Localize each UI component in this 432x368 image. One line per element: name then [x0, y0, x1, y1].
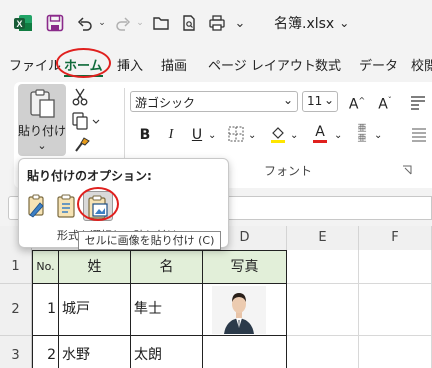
- shrink-font-label: A: [378, 96, 388, 113]
- row-header[interactable]: 2: [0, 284, 32, 336]
- tab-review[interactable]: 校閲: [411, 55, 432, 74]
- table-cell-no[interactable]: 2: [32, 336, 59, 368]
- chevron-down-icon: ⌄: [282, 93, 293, 107]
- clipboard-icon: [28, 88, 56, 118]
- chevron-down-icon[interactable]: ⌄: [334, 130, 342, 141]
- tab-page-layout[interactable]: ページ レイアウト: [208, 55, 316, 74]
- column-header[interactable]: F: [359, 226, 432, 251]
- table-cell-sei[interactable]: 城戸: [59, 284, 131, 336]
- align-icon[interactable]: [410, 126, 428, 144]
- font-color-label: A: [315, 124, 325, 140]
- paste-options-title: 貼り付けのオプション:: [27, 169, 152, 183]
- borders-icon[interactable]: [228, 126, 244, 142]
- cell[interactable]: [287, 336, 359, 368]
- tab-data[interactable]: データ: [359, 55, 398, 74]
- print-preview-icon[interactable]: [178, 12, 200, 34]
- wrap-text-icon[interactable]: [409, 94, 427, 112]
- cell[interactable]: [359, 284, 432, 336]
- font-dialog-launcher-icon[interactable]: [402, 164, 412, 175]
- undo-icon[interactable]: [74, 12, 96, 34]
- tab-file[interactable]: ファイル: [9, 55, 61, 74]
- table-cell-no[interactable]: 1: [32, 284, 59, 336]
- table-header-mei[interactable]: 名: [131, 250, 203, 284]
- chevron-down-icon[interactable]: ⌄: [208, 130, 216, 141]
- save-icon[interactable]: [44, 12, 66, 34]
- cell[interactable]: [287, 284, 359, 336]
- chevron-down-icon: ⌄: [339, 16, 350, 30]
- paste-dropdown-icon: ⌄: [37, 139, 47, 152]
- highlight-home-tab: [56, 48, 111, 78]
- customize-qat-icon[interactable]: ⌄: [234, 12, 246, 34]
- cut-icon[interactable]: [72, 88, 90, 106]
- worksheet-grid: 1 2 3 No. 姓 名 写真 1 城戸 隼士 2 水野 太朗: [0, 250, 432, 368]
- bold-button[interactable]: B: [136, 126, 154, 144]
- highlight-paste-picture: [77, 187, 119, 221]
- print-icon[interactable]: [206, 12, 228, 34]
- file-name: 名簿.xlsx: [274, 16, 335, 32]
- font-name-box[interactable]: 游ゴシック ⌄: [130, 91, 298, 112]
- font-group-label: フォント: [264, 164, 313, 178]
- format-painter-icon[interactable]: [72, 136, 90, 154]
- formula-input[interactable]: [226, 196, 432, 220]
- table-header-no[interactable]: No.: [32, 250, 59, 284]
- paste-keep-formatting-icon[interactable]: [26, 193, 50, 219]
- tab-draw[interactable]: 描画: [161, 55, 187, 74]
- chevron-down-icon[interactable]: ⌄: [290, 130, 298, 141]
- column-header[interactable]: E: [287, 226, 359, 251]
- open-folder-icon[interactable]: [150, 12, 172, 34]
- chevron-down-icon[interactable]: ⌄: [374, 130, 382, 141]
- font-size-box[interactable]: 11 ⌄: [302, 91, 338, 112]
- table-cell-mei[interactable]: 太朗: [131, 336, 203, 368]
- table-cell-mei[interactable]: 隼士: [131, 284, 203, 336]
- svg-text:X: X: [16, 19, 22, 29]
- phonetic-icon[interactable]: 亜亜: [354, 124, 370, 144]
- chevron-down-icon: ⌄: [323, 93, 334, 107]
- row-header[interactable]: 1: [0, 250, 32, 284]
- font-color-button[interactable]: A: [310, 124, 330, 144]
- redo-dropdown-icon: ⌄: [136, 18, 144, 28]
- underline-button[interactable]: U: [188, 126, 206, 144]
- chevron-down-icon[interactable]: ⌄: [248, 130, 256, 141]
- font-name-value: 游ゴシック: [135, 96, 196, 110]
- table-cell-photo[interactable]: [203, 284, 287, 336]
- redo-icon: [112, 12, 134, 34]
- font-size-value: 11: [307, 94, 323, 108]
- row-header[interactable]: 3: [0, 336, 32, 368]
- table-header-sei[interactable]: 姓: [59, 250, 131, 284]
- table-cell-sei[interactable]: 水野: [59, 336, 131, 368]
- excel-window: X ⌄ ⌄ ⌄ 名簿.xlsx ⌄ ファイル ホーム 挿入 描画 ページ レイア…: [0, 0, 432, 368]
- table-header-photo[interactable]: 写真: [203, 250, 287, 284]
- paste-button[interactable]: 貼り付け ⌄: [18, 84, 66, 156]
- tab-formulas[interactable]: 数式: [315, 55, 341, 74]
- table-cell-photo[interactable]: [203, 336, 287, 368]
- person-photo[interactable]: [212, 286, 266, 334]
- undo-dropdown-icon[interactable]: ⌄: [96, 12, 108, 34]
- cell[interactable]: [287, 250, 359, 284]
- cell[interactable]: [359, 336, 432, 368]
- title-bar: X ⌄ ⌄ ⌄ 名簿.xlsx ⌄: [0, 0, 432, 44]
- grow-font-button[interactable]: A^: [346, 92, 368, 114]
- font-color-swatch: [313, 140, 327, 143]
- shrink-font-button[interactable]: Aˇ: [374, 92, 396, 114]
- paste-label: 貼り付け: [18, 124, 67, 138]
- tab-insert[interactable]: 挿入: [117, 55, 143, 74]
- file-name-dropdown[interactable]: 名簿.xlsx ⌄: [274, 12, 354, 34]
- grow-font-label: A: [348, 96, 359, 113]
- copy-icon[interactable]: [72, 112, 102, 130]
- fill-color-icon[interactable]: [268, 124, 288, 144]
- cell[interactable]: [359, 250, 432, 284]
- paste-values-icon[interactable]: [55, 193, 79, 219]
- italic-button[interactable]: I: [162, 126, 180, 144]
- excel-logo-icon: X: [12, 12, 34, 34]
- tooltip: セルに画像を貼り付け (C): [78, 231, 221, 250]
